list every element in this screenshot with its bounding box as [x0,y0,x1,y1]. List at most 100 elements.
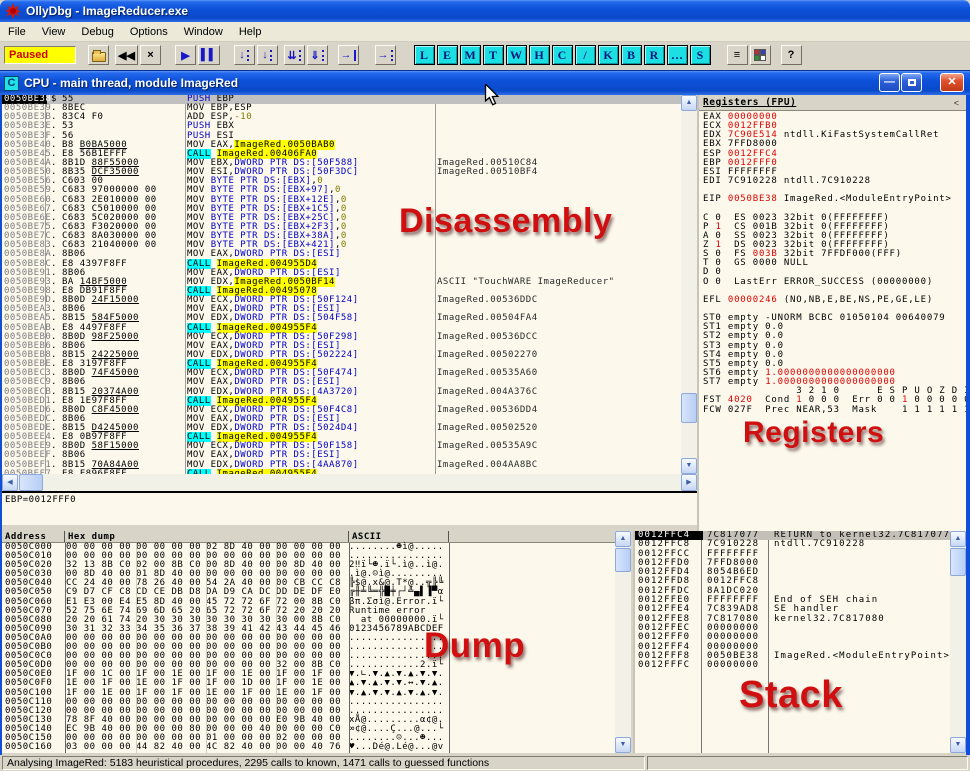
view-source-button[interactable]: S [690,45,711,65]
main-titlebar[interactable]: OllyDbg - ImageReducer.exe [0,0,970,22]
view-callstack-button[interactable]: K [598,45,619,65]
menu-item-debug[interactable]: Debug [73,24,121,40]
disasm-row[interactable]: 0050BEE9.8B0D 58F15000MOV ECX,DWORD PTR … [2,442,681,451]
animate-over-button[interactable]: ⇓ [307,45,328,65]
dump-col-address[interactable]: Address [2,531,65,542]
pause-button[interactable]: ▌▌ [198,45,220,65]
disasm-row[interactable]: 0050BE9D.8B0D 24F15000MOV ECX,DWORD PTR … [2,296,681,305]
help-button[interactable]: ? [781,45,802,65]
registers-header: Registers (FPU) < [699,95,966,111]
scroll-down-icon[interactable]: ▼ [950,737,966,753]
view-references-button[interactable]: R [644,45,665,65]
disasm-comment: ImageRed.00535A9C [437,442,681,451]
disasm-row[interactable]: 0050BE3E.53PUSH EBX [2,122,681,131]
menu-item-view[interactable]: View [34,24,74,40]
disasm-row[interactable]: 0050BEC3.8B0D 74F45000MOV ECX,DWORD PTR … [2,369,681,378]
register-line[interactable]: EFL 00000246 (NO,NB,E,BE,NS,PE,GE,LE) [699,296,966,305]
run-button[interactable]: ▶ [175,45,196,65]
close-program-button[interactable]: × [140,45,161,65]
register-line[interactable]: EIP 0050BE38 ImageRed.<ModuleEntryPoint> [699,195,966,204]
dump-row[interactable]: 0050C16003 00 00 0044 82 40 004C 82 40 0… [2,743,631,752]
disasm-hscrollbar[interactable]: ◀ ▶ [2,474,697,491]
view-threads-button[interactable]: T [483,45,504,65]
disasm-comment [437,186,681,195]
view-windows-button[interactable]: W [506,45,527,65]
open-file-button[interactable] [88,45,109,65]
restore-button[interactable] [901,73,922,92]
view-executables-button[interactable]: E [437,45,458,65]
menu-item-window[interactable]: Window [176,24,231,40]
register-line[interactable]: T 0 GS 0000 NULL [699,259,966,268]
annotation-dump: Dump [424,626,525,666]
dump-vscroll-thumb[interactable] [615,548,631,572]
view-source-icon: S [697,48,704,63]
scroll-left-icon[interactable]: ◀ [2,474,18,491]
menu-item-options[interactable]: Options [122,24,176,40]
execute-till-return-button[interactable]: → [338,45,359,65]
scroll-up-icon[interactable]: ▲ [681,95,697,111]
stack-comment [769,577,966,586]
disasm-row[interactable]: 0050BEB0.8B0D 98F25000MOV ECX,DWORD PTR … [2,333,681,342]
cpu-window-icon: C [4,76,19,91]
scroll-down-icon[interactable]: ▼ [615,737,631,753]
menu-item-help[interactable]: Help [231,24,270,40]
view-patches-icon: / [583,48,586,63]
disasm-row[interactable]: 0050BE83.C683 21040000 00MOV BYTE PTR DS… [2,241,681,250]
stack-row[interactable]: 0012FFFC00000000 [635,661,966,670]
register-line[interactable]: O 0 LastErr ERROR_SUCCESS (00000000) [699,278,966,287]
disasm-comment: ImageRed.00536DCC [437,333,681,342]
animate-into-icon: ⇊ [287,49,296,62]
dump-address: 0050C160 [2,743,66,752]
register-line[interactable]: EDI 7C910228 ntdll.7C910228 [699,177,966,186]
view-cpu-button[interactable]: C [552,45,573,65]
close-button[interactable]: ✕ [940,73,964,92]
menu-item-file[interactable]: File [0,24,34,40]
stack-vscrollbar[interactable]: ▲ ▼ [950,531,966,753]
disasm-comment [437,141,681,150]
view-patches-button[interactable]: / [575,45,596,65]
stack-vscroll-thumb[interactable] [950,548,966,576]
collapse-button[interactable]: < [951,98,962,108]
disasm-hscroll-thumb[interactable] [19,474,43,491]
disasm-comment: ImageRed.00536DD4 [437,406,681,415]
dump-col-hex[interactable]: Hex dump [65,531,349,542]
restart-icon: ◀◀ [118,49,135,62]
status-panel-right [647,756,968,770]
menubar: FileViewDebugOptionsWindowHelp [0,22,970,42]
go-to-address-button[interactable]: → [375,45,396,65]
view-list-button[interactable]: ≡ [727,45,748,65]
scroll-up-icon[interactable]: ▲ [615,531,631,547]
dump-vscrollbar[interactable]: ▲ ▼ [615,531,631,753]
step-into-button[interactable]: ↓ [234,45,255,65]
disasm-vscrollbar[interactable]: ▲ ▼ [681,95,697,474]
register-line[interactable]: FCW 027F Prec NEAR,53 Mask 1 1 1 1 1 1 [699,406,966,415]
disasm-row[interactable]: 0050BE50.8B35 DCF35000MOV ESI,DWORD PTR … [2,168,681,177]
restart-button[interactable]: ◀◀ [115,45,138,65]
olly-dbg-window: OllyDbg - ImageReducer.exe FileViewDebug… [0,0,970,771]
info-line[interactable]: EBP=0012FFF0 [2,493,697,505]
scroll-right-icon[interactable]: ▶ [681,474,697,491]
disasm-row[interactable]: 0050BE8C.E8 4397F8FFCALL ImageRed.004955… [2,260,681,269]
dots-icon [270,50,272,61]
disasm-row[interactable]: 0050BE3B.83C4 F0ADD ESP,-10 [2,113,681,122]
stack-pane: 0012FFC47C817077RETURN to kernel32.7C817… [633,531,966,753]
step-over-button[interactable]: ↓ [257,45,278,65]
disasm-comment: ImageRed.00535A60 [437,369,681,378]
scroll-down-icon[interactable]: ▼ [681,458,697,474]
view-log-button[interactable]: L [414,45,435,65]
view-runtrace-button[interactable]: … [667,45,688,65]
view-breakpoints-button[interactable]: B [621,45,642,65]
minimize-button[interactable]: — [879,73,900,92]
stack-comment: ntdll.7C910228 [769,540,966,549]
dump-col-ascii[interactable]: ASCII [349,531,449,542]
scroll-up-icon[interactable]: ▲ [950,531,966,547]
disasm-row[interactable]: 0050BE39.8BECMOV EBP,ESP [2,104,681,113]
view-handles-button[interactable]: H [529,45,550,65]
view-memory-button[interactable]: M [460,45,481,65]
disasm-row[interactable]: 0050BE38$55PUSH EBP [2,95,681,104]
animate-into-button[interactable]: ⇊ [284,45,305,65]
disasm-row[interactable]: 0050BED6.8B0D C8F45000MOV ECX,DWORD PTR … [2,406,681,415]
appearance-button[interactable] [750,45,771,65]
disasm-vscroll-thumb[interactable] [681,393,697,423]
info-pane: EBP=0012FFF0 [2,493,697,525]
